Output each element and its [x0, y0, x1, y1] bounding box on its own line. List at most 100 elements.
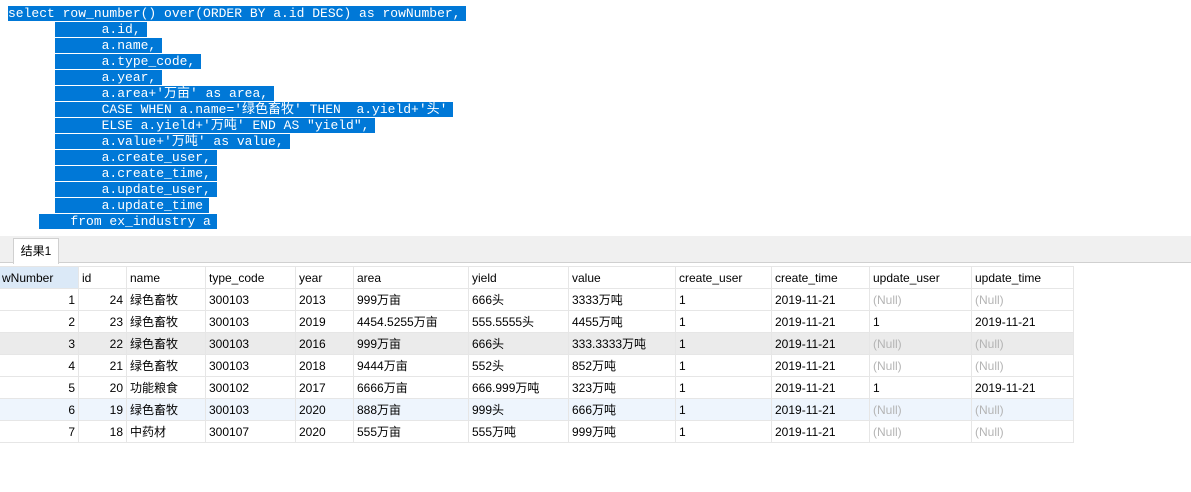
column-header-area[interactable]: area — [353, 266, 469, 289]
cell-area[interactable]: 999万亩 — [353, 288, 469, 311]
cell-create_user[interactable]: 1 — [675, 310, 772, 333]
column-header-update_user[interactable]: update_user — [869, 266, 972, 289]
cell-update_user[interactable]: (Null) — [869, 354, 972, 377]
cell-value[interactable]: 333.3333万吨 — [568, 332, 676, 355]
cell-wNumber[interactable]: 1 — [0, 288, 79, 311]
cell-area[interactable]: 4454.5255万亩 — [353, 310, 469, 333]
column-header-name[interactable]: name — [126, 266, 206, 289]
cell-year[interactable]: 2019 — [295, 310, 354, 333]
sql-line[interactable]: a.create_user, — [8, 150, 466, 166]
result-grid[interactable]: wNumber id name type_code year area yield value… — [0, 266, 1074, 443]
cell-wNumber[interactable]: 6 — [0, 398, 79, 421]
cell-year[interactable]: 2013 — [295, 288, 354, 311]
sql-line[interactable]: a.id, — [8, 22, 466, 38]
sql-line[interactable]: a.name, — [8, 38, 466, 54]
cell-year[interactable]: 2018 — [295, 354, 354, 377]
cell-update_time[interactable]: (Null) — [971, 332, 1074, 355]
cell-id[interactable]: 24 — [78, 288, 127, 311]
sql-line[interactable]: a.type_code, — [8, 54, 466, 70]
cell-type_code[interactable]: 300103 — [205, 288, 296, 311]
sql-editor[interactable]: select row_number() over(ORDER BY a.id D… — [8, 6, 467, 230]
cell-area[interactable]: 9444万亩 — [353, 354, 469, 377]
cell-create_time[interactable]: 2019-11-21 — [771, 354, 870, 377]
table-row[interactable]: 2 23 绿色畜牧 300103 2019 4454.5255万亩 555.5555头 445… — [0, 310, 1074, 333]
cell-create_time[interactable]: 2019-11-21 — [771, 288, 870, 311]
cell-name[interactable]: 绿色畜牧 — [126, 332, 206, 355]
column-header-id[interactable]: id — [78, 266, 127, 289]
cell-area[interactable]: 6666万亩 — [353, 376, 469, 399]
column-header-wNumber[interactable]: wNumber — [0, 266, 79, 289]
cell-id[interactable]: 20 — [78, 376, 127, 399]
cell-id[interactable]: 22 — [78, 332, 127, 355]
cell-type_code[interactable]: 300102 — [205, 376, 296, 399]
cell-area[interactable]: 888万亩 — [353, 398, 469, 421]
cell-wNumber[interactable]: 5 — [0, 376, 79, 399]
cell-area[interactable]: 555万亩 — [353, 420, 469, 443]
cell-id[interactable]: 23 — [78, 310, 127, 333]
column-header-create_time[interactable]: create_time — [771, 266, 870, 289]
cell-yield[interactable]: 666头 — [468, 288, 569, 311]
cell-create_time[interactable]: 2019-11-21 — [771, 310, 870, 333]
cell-update_user[interactable]: (Null) — [869, 420, 972, 443]
cell-update_time[interactable]: 2019-11-21 — [971, 310, 1074, 333]
sql-line[interactable]: from ex_industry a — [8, 214, 466, 230]
cell-create_time[interactable]: 2019-11-21 — [771, 332, 870, 355]
cell-yield[interactable]: 555万吨 — [468, 420, 569, 443]
sql-line[interactable]: a.year, — [8, 70, 466, 86]
cell-update_time[interactable]: (Null) — [971, 398, 1074, 421]
cell-update_time[interactable]: 2019-11-21 — [971, 376, 1074, 399]
column-header-year[interactable]: year — [295, 266, 354, 289]
cell-id[interactable]: 19 — [78, 398, 127, 421]
cell-update_time[interactable]: (Null) — [971, 420, 1074, 443]
cell-year[interactable]: 2020 — [295, 420, 354, 443]
cell-yield[interactable]: 666.999万吨 — [468, 376, 569, 399]
cell-create_user[interactable]: 1 — [675, 332, 772, 355]
cell-id[interactable]: 21 — [78, 354, 127, 377]
table-row[interactable]: 1 24 绿色畜牧 300103 2013 999万亩 666头 3333万吨 1 2019-11… — [0, 288, 1074, 311]
cell-create_time[interactable]: 2019-11-21 — [771, 376, 870, 399]
cell-year[interactable]: 2020 — [295, 398, 354, 421]
column-header-update_time[interactable]: update_time — [971, 266, 1074, 289]
cell-yield[interactable]: 552头 — [468, 354, 569, 377]
sql-line[interactable]: select row_number() over(ORDER BY a.id D… — [8, 6, 467, 22]
sql-line[interactable]: a.create_time, — [8, 166, 466, 182]
cell-type_code[interactable]: 300103 — [205, 310, 296, 333]
cell-name[interactable]: 绿色畜牧 — [126, 288, 206, 311]
cell-wNumber[interactable]: 2 — [0, 310, 79, 333]
column-header-yield[interactable]: yield — [468, 266, 569, 289]
cell-yield[interactable]: 999头 — [468, 398, 569, 421]
sql-line[interactable]: a.update_time — [8, 198, 466, 214]
cell-create_time[interactable]: 2019-11-21 — [771, 420, 870, 443]
cell-name[interactable]: 中药材 — [126, 420, 206, 443]
cell-create_user[interactable]: 1 — [675, 376, 772, 399]
column-header-type_code[interactable]: type_code — [205, 266, 296, 289]
table-row[interactable]: 4 21 绿色畜牧 300103 2018 9444万亩 552头 852万吨 1 2019-11… — [0, 354, 1074, 377]
cell-type_code[interactable]: 300107 — [205, 420, 296, 443]
table-row[interactable]: 5 20 功能粮食 300102 2017 6666万亩 666.999万吨 323万吨 1 20… — [0, 376, 1074, 399]
cell-wNumber[interactable]: 7 — [0, 420, 79, 443]
cell-wNumber[interactable]: 4 — [0, 354, 79, 377]
tab-result-1[interactable]: 结果1 — [13, 238, 59, 264]
cell-type_code[interactable]: 300103 — [205, 354, 296, 377]
sql-line[interactable]: a.value+'万吨' as value, — [8, 134, 466, 150]
cell-create_user[interactable]: 1 — [675, 420, 772, 443]
column-header-create_user[interactable]: create_user — [675, 266, 772, 289]
cell-name[interactable]: 功能粮食 — [126, 376, 206, 399]
cell-value[interactable]: 999万吨 — [568, 420, 676, 443]
cell-name[interactable]: 绿色畜牧 — [126, 354, 206, 377]
cell-update_user[interactable]: 1 — [869, 310, 972, 333]
sql-line[interactable]: a.area+'万亩' as area, — [8, 86, 466, 102]
cell-update_user[interactable]: (Null) — [869, 288, 972, 311]
cell-yield[interactable]: 666头 — [468, 332, 569, 355]
cell-create_user[interactable]: 1 — [675, 288, 772, 311]
cell-create_time[interactable]: 2019-11-21 — [771, 398, 870, 421]
cell-name[interactable]: 绿色畜牧 — [126, 398, 206, 421]
sql-line[interactable]: CASE WHEN a.name='绿色畜牧' THEN a.yield+'头' — [8, 102, 466, 118]
cell-update_time[interactable]: (Null) — [971, 354, 1074, 377]
cell-value[interactable]: 4455万吨 — [568, 310, 676, 333]
cell-year[interactable]: 2016 — [295, 332, 354, 355]
cell-name[interactable]: 绿色畜牧 — [126, 310, 206, 333]
column-header-value[interactable]: value — [568, 266, 676, 289]
cell-update_user[interactable]: 1 — [869, 376, 972, 399]
table-row[interactable]: 7 18 中药材 300107 2020 555万亩 555万吨 999万吨 1 2019-11-… — [0, 420, 1074, 443]
